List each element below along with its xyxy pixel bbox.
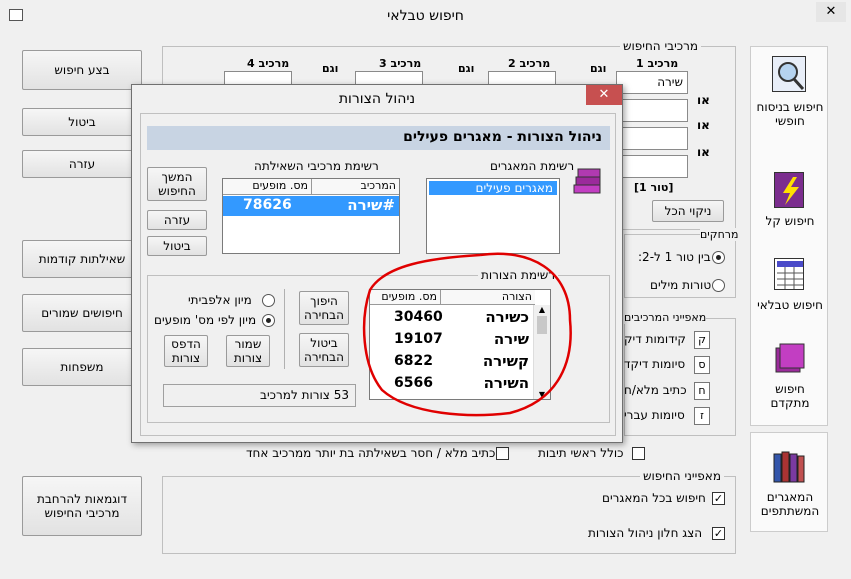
help-button[interactable]: עזרה — [22, 150, 142, 178]
distance-label: מרחקים — [700, 228, 739, 241]
previous-queries-button[interactable]: שאילתות קודמות — [22, 240, 142, 278]
easy-search-label[interactable]: חיפוש קל — [754, 214, 826, 228]
row-label: [טור 1] — [634, 181, 674, 194]
and-label-3: וגם — [322, 62, 339, 75]
sort-alpha-radio[interactable] — [262, 294, 275, 307]
print-forms-button[interactable]: הדפס צורות — [164, 335, 208, 367]
query-list-label: רשימת מרכיבי השאילתה — [254, 159, 379, 173]
clear-all-button[interactable]: ניקוי הכל — [652, 200, 724, 222]
sort-count-radio[interactable] — [262, 314, 275, 327]
component-1-header: מרכיב 1 — [636, 57, 679, 70]
dialog-close-button[interactable]: ✕ — [586, 85, 622, 105]
cancel-button[interactable]: ביטול — [22, 108, 142, 136]
db-list[interactable]: מאגרים פעילים — [426, 178, 560, 254]
save-forms-button[interactable]: שמור צורות — [226, 335, 270, 367]
suffix-key[interactable]: ס — [694, 356, 710, 374]
spelling-key[interactable]: ח — [694, 382, 710, 400]
words-label: טורות מילים — [650, 278, 712, 292]
tabular-search-icon[interactable] — [774, 258, 804, 290]
query-count: 78626 — [243, 197, 292, 213]
advanced-search-icon[interactable] — [774, 342, 806, 376]
show-window-checkbox[interactable]: ✓ — [712, 527, 725, 540]
db-list-item[interactable]: מאגרים פעילים — [429, 181, 557, 195]
search-button[interactable]: בצע חיפוש — [22, 50, 142, 90]
dialog-cancel-button[interactable]: ביטול — [147, 236, 207, 256]
easy-search-icon[interactable] — [774, 172, 804, 208]
sort-alpha-label: מיון אלפביתי — [188, 293, 252, 307]
component-4-header: מרכיב 4 — [247, 57, 290, 70]
shared-db-label[interactable]: המאגרים המשתתפים — [754, 490, 826, 518]
hebrew-label: סיומות עברי — [624, 408, 685, 422]
between-label: בין טור 1 ל-2: — [638, 250, 711, 264]
acronyms-label: כולל ראשי תיבות — [538, 446, 624, 460]
characteristics-label: מאפייני המרכיבים — [624, 311, 707, 324]
families-button[interactable]: משפחות — [22, 348, 142, 386]
tabular-search-label[interactable]: חיפוש טבלאי — [754, 298, 826, 312]
full-spelling-label: כתיב מלא / חסר בשאילתה בת יותר ממרכיב אח… — [246, 446, 496, 460]
prefix-key[interactable]: ק — [694, 331, 710, 349]
words-radio[interactable] — [712, 279, 725, 292]
component-field-1-3[interactable] — [616, 127, 688, 150]
divider — [284, 289, 285, 369]
components-group-label: מרכיבי החיפוש — [620, 39, 702, 53]
db-list-label: רשימת המאגרים — [490, 159, 575, 173]
or-label-1: או — [697, 93, 710, 107]
free-search-label[interactable]: חיפוש בניסוח חופשי — [754, 100, 826, 128]
free-search-icon[interactable] — [772, 56, 806, 92]
all-db-checkbox[interactable]: ✓ — [712, 492, 725, 505]
title-bar: חיפוש טבלאי ✕ — [0, 0, 851, 32]
dialog-title: ניהול הצורות — [338, 91, 416, 107]
saved-searches-button[interactable]: חיפושים שמורים — [22, 294, 142, 332]
full-spelling-checkbox[interactable] — [496, 447, 509, 460]
and-label-2: וגם — [458, 62, 475, 75]
shared-db-icon[interactable] — [772, 448, 806, 484]
component-2-header: מרכיב 2 — [508, 57, 551, 70]
acronyms-checkbox[interactable] — [632, 447, 645, 460]
query-col-term: המרכיב — [311, 179, 399, 195]
invert-selection-button[interactable]: היפוך הבחירה — [299, 291, 349, 325]
component-field-1-4[interactable] — [616, 155, 688, 178]
hebrew-key[interactable]: ז — [694, 407, 710, 425]
all-db-label: חיפוש בכל המאגרים — [602, 491, 706, 505]
component-3-header: מרכיב 3 — [379, 57, 422, 70]
books-icon — [572, 163, 604, 197]
examples-button[interactable]: דוגמאות להרחבת מרכיבי החיפוש — [22, 476, 142, 536]
window-title: חיפוש טבלאי — [387, 8, 464, 24]
status-field: 53 צורות למרכיב — [163, 384, 356, 407]
and-label-1: וגם — [590, 62, 607, 75]
continue-search-button[interactable]: המשך החיפוש — [147, 167, 207, 201]
show-window-label: הצג חלון ניהול הצורות — [588, 526, 703, 540]
spelling-label: כתיב מלא/ח — [624, 383, 687, 397]
dialog-header: ניהול הצורות - מאגרים פעילים — [147, 126, 610, 150]
cancel-selection-button[interactable]: ביטול הבחירה — [299, 333, 349, 367]
annotation-circle — [362, 252, 572, 417]
suffixes-label: סיומות דיקד — [624, 357, 686, 371]
search-features-group — [162, 476, 736, 554]
query-term: #שירה — [347, 196, 395, 214]
sort-count-label: מיון לפי מס' מופעים — [154, 313, 257, 327]
component-field-1-1[interactable]: שירה — [616, 71, 688, 94]
between-radio[interactable] — [712, 251, 725, 264]
advanced-search-label[interactable]: חיפוש מתקדם — [754, 382, 826, 410]
dialog-help-button[interactable]: עזרה — [147, 210, 207, 230]
search-features-label: מאפייני החיפוש — [640, 469, 724, 483]
close-button[interactable]: ✕ — [816, 2, 846, 22]
query-list: המרכיב מס. מופעים #שירה 78626 — [222, 178, 400, 254]
or-label-3: או — [697, 145, 710, 159]
query-col-count: מס. מופעים — [223, 179, 311, 195]
component-field-1-2[interactable] — [616, 99, 688, 122]
or-label-2: או — [697, 118, 710, 132]
prefixes-label: קידומות דיק — [624, 332, 686, 346]
